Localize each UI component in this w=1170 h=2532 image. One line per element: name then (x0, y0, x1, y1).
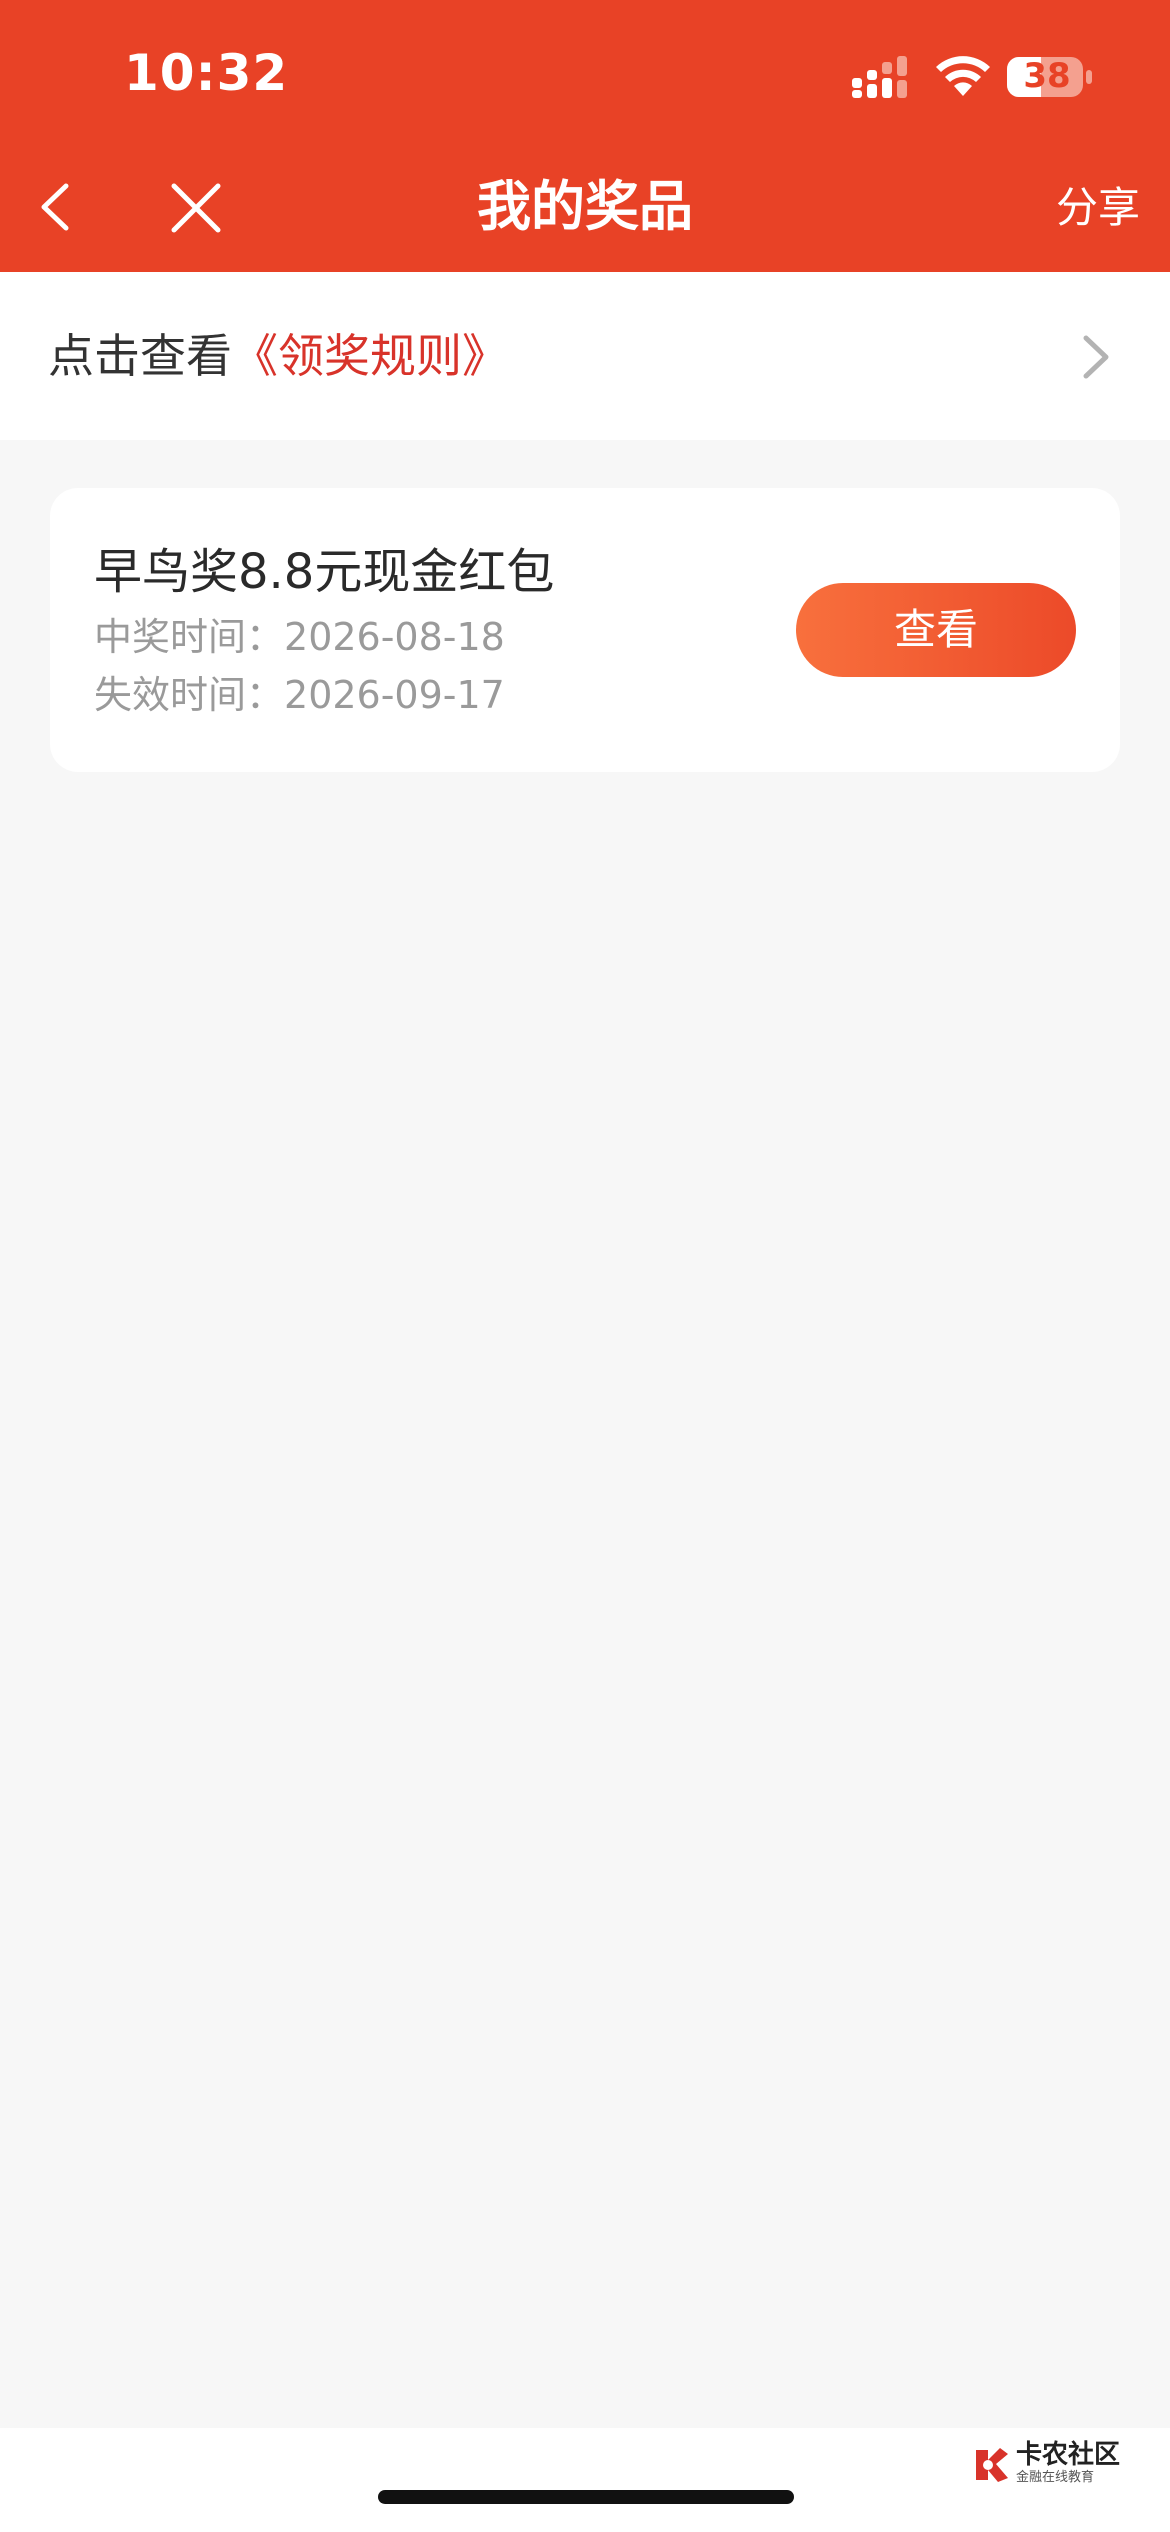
rules-prefix: 点击查看 (48, 329, 232, 383)
back-chevron-icon[interactable] (30, 172, 86, 242)
win-time: 中奖时间：2026-08-18 (94, 612, 505, 662)
prize-card: 早鸟奖8.8元现金红包 中奖时间：2026-08-18 失效时间：2026-09… (50, 488, 1120, 772)
share-button[interactable]: 分享 (1056, 176, 1140, 240)
chevron-right-icon (1083, 335, 1109, 379)
status-time: 10:32 (124, 44, 289, 102)
header: 10:32 38 我的奖品 分享 (0, 0, 1170, 272)
watermark: 卡农社区 金融在线教育 (972, 2440, 1132, 2490)
close-icon[interactable] (164, 176, 228, 240)
battery-level: 38 (1023, 56, 1071, 96)
signal-icon (852, 56, 907, 98)
expire-time-label: 失效时间： (94, 673, 285, 717)
home-indicator[interactable] (378, 2490, 794, 2504)
watermark-subtitle: 金融在线教育 (1016, 2470, 1095, 2485)
rules-banner[interactable]: 点击查看《领奖规则》 (0, 272, 1170, 440)
rules-text: 点击查看《领奖规则》 (48, 322, 508, 390)
rules-link[interactable]: 《领奖规则》 (232, 329, 508, 383)
expire-time-value: 2026-09-17 (284, 673, 505, 717)
win-time-label: 中奖时间： (94, 615, 285, 659)
expire-time: 失效时间：2026-09-17 (94, 670, 505, 720)
wifi-icon (936, 56, 990, 96)
view-button[interactable]: 查看 (796, 583, 1076, 677)
page: 10:32 38 我的奖品 分享 点击查看《领奖规则》 早鸟奖8.8元现金红包 … (0, 0, 1170, 2532)
win-time-value: 2026-08-18 (284, 615, 505, 659)
prize-name: 早鸟奖8.8元现金红包 (94, 544, 555, 600)
page-title: 我的奖品 (477, 175, 693, 238)
kanong-logo-icon (976, 2448, 1008, 2482)
watermark-title: 卡农社区 (1016, 2440, 1121, 2470)
